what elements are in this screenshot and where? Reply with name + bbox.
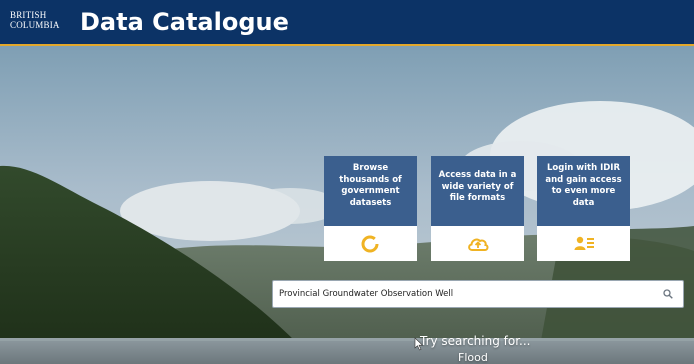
logo-line-2: COLUMBIA — [10, 20, 60, 30]
suggestions-heading: Try searching for... — [420, 334, 531, 348]
suggestion-link-flood[interactable]: Flood — [458, 351, 488, 364]
cloud-upload-icon — [468, 238, 489, 251]
feature-card-icon-area — [324, 226, 417, 261]
search-input[interactable] — [279, 285, 649, 303]
site-header: BRITISH COLUMBIA Data Catalogue — [0, 0, 694, 46]
bc-logo[interactable]: BRITISH COLUMBIA — [10, 10, 62, 34]
feature-card-icon-area — [431, 226, 524, 261]
search-bar[interactable] — [272, 280, 684, 308]
feature-card-text: Login with IDIR and gain access to even … — [537, 156, 630, 226]
app-window: BRITISH COLUMBIA Data Catalogue Browse t… — [0, 0, 694, 364]
ring-icon — [361, 235, 379, 253]
feature-card-browse[interactable]: Browse thousands of government datasets — [324, 156, 417, 261]
feature-card-formats[interactable]: Access data in a wide variety of file fo… — [431, 156, 524, 261]
feature-card-text: Access data in a wide variety of file fo… — [431, 156, 524, 226]
feature-card-login[interactable]: Login with IDIR and gain access to even … — [537, 156, 630, 261]
feature-card-text: Browse thousands of government datasets — [324, 156, 417, 226]
search-icon[interactable] — [663, 289, 673, 299]
user-list-icon — [574, 236, 594, 250]
feature-card-icon-area — [537, 226, 630, 261]
logo-line-1: BRITISH — [10, 10, 47, 20]
page-title[interactable]: Data Catalogue — [80, 7, 289, 37]
